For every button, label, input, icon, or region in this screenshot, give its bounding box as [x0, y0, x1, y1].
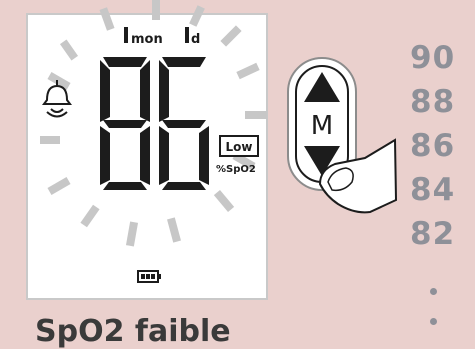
scale-value-86: 86 [410, 128, 456, 164]
m-button-label: M [311, 111, 333, 141]
oximeter-scene: mon d 86 Low %SpO2 M [0, 0, 398, 300]
status-badge: Low [226, 140, 253, 154]
scale-value-88: 88 [410, 84, 456, 120]
scale-value-90: 90 [410, 40, 456, 76]
scale-value-84: 84 [410, 172, 456, 208]
reading-value: 86 [0, 0, 2, 1]
scale-ellipsis-dot [430, 288, 437, 295]
unit-label: %SpO2 [216, 164, 256, 175]
scale-value-82: 82 [410, 216, 456, 252]
scale-ellipsis-dot [430, 318, 437, 325]
caption: SpO2 faible [35, 314, 231, 349]
history-month-label: mon [131, 32, 163, 47]
history-day-label: d [191, 32, 200, 47]
